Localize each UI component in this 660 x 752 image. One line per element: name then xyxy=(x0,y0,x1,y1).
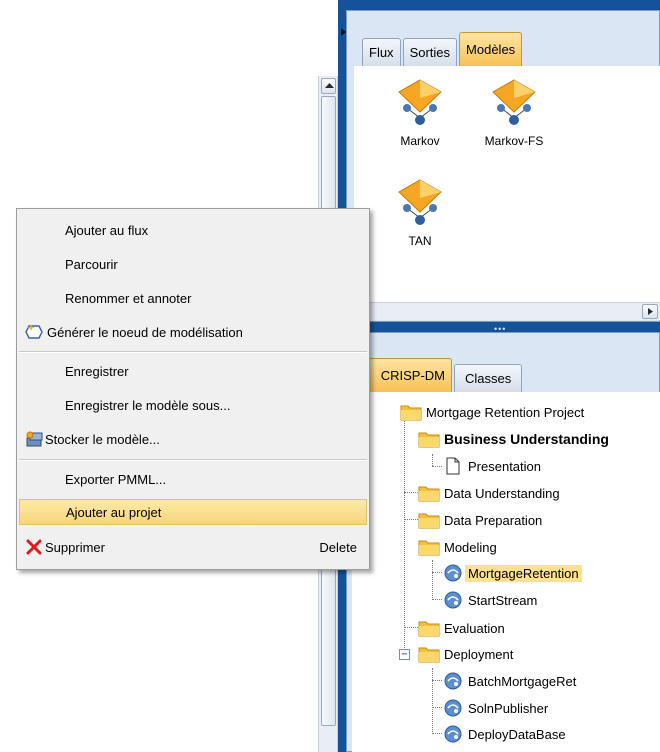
tree-node-label: Evaluation xyxy=(444,620,505,636)
menu-item-label: Ajouter au projet xyxy=(66,504,162,520)
tree-node-label: Data Understanding xyxy=(444,485,560,501)
document-icon xyxy=(446,457,460,475)
folder-icon xyxy=(418,621,440,637)
stream-icon xyxy=(444,725,462,743)
tree-node-batch-mortgage-ret[interactable]: BatchMortgageRet xyxy=(442,669,576,693)
menu-item-label: Enregistrer le modèle sous... xyxy=(65,397,231,413)
project-tabstrip: CRISP-DM Classes xyxy=(356,352,524,392)
delete-x-icon xyxy=(26,539,42,555)
folder-icon xyxy=(418,647,440,663)
menu-item-save[interactable]: Enregistrer xyxy=(19,358,367,384)
tree-node-start-stream[interactable]: StartStream xyxy=(442,588,537,612)
menu-item-generate-modeling-node[interactable]: Générer le noeud de modélisation xyxy=(19,319,367,345)
menu-item-label: Stocker le modèle... xyxy=(45,431,160,447)
tree-node-label: Modeling xyxy=(444,539,497,555)
tree-node-label: DeployDataBase xyxy=(468,726,566,742)
store-model-icon xyxy=(26,431,43,447)
context-menu: Ajouter au flux Parcourir Renommer et an… xyxy=(16,208,370,570)
tree-node-label: StartStream xyxy=(468,592,538,608)
stream-icon xyxy=(444,564,462,582)
menu-item-shortcut: Delete xyxy=(319,539,357,555)
models-tabstrip: Flux Sorties Modèles xyxy=(362,20,524,66)
stream-icon xyxy=(444,672,462,690)
tree-node-modeling[interactable]: Modeling xyxy=(418,535,497,559)
menu-item-add-to-stream[interactable]: Ajouter au flux xyxy=(19,217,367,243)
folder-icon xyxy=(418,486,440,502)
model-item-markov-fs[interactable]: Markov-FS xyxy=(474,78,554,148)
models-list: Markov Markov-FS TAN xyxy=(354,66,660,302)
tree-node-deployment[interactable]: Deployment xyxy=(418,642,513,666)
menu-item-rename-annotate[interactable]: Renommer et annoter xyxy=(19,285,367,311)
menu-item-label: Ajouter au flux xyxy=(65,222,149,238)
model-nugget-icon xyxy=(492,79,536,125)
model-label: Markov-FS xyxy=(484,134,544,148)
model-nugget-icon xyxy=(398,79,442,125)
tree-node-label: Presentation xyxy=(468,458,541,474)
tree-node-data-understanding[interactable]: Data Understanding xyxy=(418,481,560,505)
tree-node-mortgage-retention[interactable]: MortgageRetention xyxy=(442,561,582,585)
menu-item-label: Parcourir xyxy=(65,256,118,272)
tab-sorties[interactable]: Sorties xyxy=(402,38,458,66)
model-item-markov[interactable]: Markov xyxy=(380,78,460,148)
tree-node-deploy-database[interactable]: DeployDataBase xyxy=(442,722,566,746)
folder-icon xyxy=(418,432,440,448)
model-label: Markov xyxy=(400,134,440,148)
menu-separator xyxy=(19,351,367,353)
menu-item-label: Supprimer xyxy=(45,539,105,555)
tree-node-label: Business Understanding xyxy=(444,431,609,447)
collapse-deployment-toggle[interactable]: − xyxy=(399,649,410,660)
tree-node-presentation[interactable]: Presentation xyxy=(442,454,541,478)
tree-node-label: Deployment xyxy=(444,646,514,662)
tab-flux[interactable]: Flux xyxy=(362,38,401,66)
tab-modeles[interactable]: Modèles xyxy=(459,32,523,66)
menu-item-save-model-as[interactable]: Enregistrer le modèle sous... xyxy=(19,392,367,418)
folder-icon xyxy=(418,540,440,556)
menu-item-label: Enregistrer xyxy=(65,363,129,379)
tree-node-evaluation[interactable]: Evaluation xyxy=(418,616,505,640)
tree-node-project[interactable]: Mortgage Retention Project xyxy=(400,400,584,424)
tree-node-label: MortgageRetention xyxy=(465,564,582,582)
menu-item-export-pmml[interactable]: Exporter PMML... xyxy=(19,466,367,492)
model-nugget-icon xyxy=(398,179,442,225)
tree-node-data-preparation[interactable]: Data Preparation xyxy=(418,508,542,532)
tree-node-soln-publisher[interactable]: SolnPublisher xyxy=(442,696,548,720)
menu-item-store-model[interactable]: Stocker le modèle... xyxy=(19,426,367,452)
tree-node-label: SolnPublisher xyxy=(468,700,549,716)
tab-crisp-dm[interactable]: CRISP-DM xyxy=(356,358,452,392)
tree-node-label: BatchMortgageRet xyxy=(468,673,577,689)
pane-splitter[interactable]: ••• xyxy=(346,322,660,334)
generate-node-icon xyxy=(25,324,43,339)
tree-node-label: Data Preparation xyxy=(444,512,543,528)
models-horizontal-scrollbar[interactable] xyxy=(354,302,660,320)
menu-separator xyxy=(19,459,367,461)
menu-item-browse[interactable]: Parcourir xyxy=(19,251,367,277)
scroll-right-arrow[interactable] xyxy=(642,304,658,319)
folder-icon xyxy=(400,405,422,421)
tree-node-business-understanding[interactable]: Business Understanding xyxy=(418,427,609,451)
stream-icon xyxy=(444,699,462,717)
stream-icon xyxy=(444,591,462,609)
model-label: TAN xyxy=(408,234,432,248)
tab-classes[interactable]: Classes xyxy=(454,364,523,392)
model-item-tan[interactable]: TAN xyxy=(380,178,460,248)
menu-item-delete[interactable]: Supprimer Delete xyxy=(19,534,367,560)
menu-item-add-to-project[interactable]: Ajouter au projet xyxy=(19,499,367,525)
menu-item-label: Renommer et annoter xyxy=(65,290,192,306)
project-tree: − Mortgage Retention Project Business Un… xyxy=(352,392,660,752)
menu-item-label: Générer le noeud de modélisation xyxy=(47,324,243,340)
menu-item-label: Exporter PMML... xyxy=(65,471,167,487)
scroll-up-arrow[interactable] xyxy=(321,78,336,94)
folder-icon xyxy=(418,513,440,529)
tree-node-label: Mortgage Retention Project xyxy=(426,404,585,420)
